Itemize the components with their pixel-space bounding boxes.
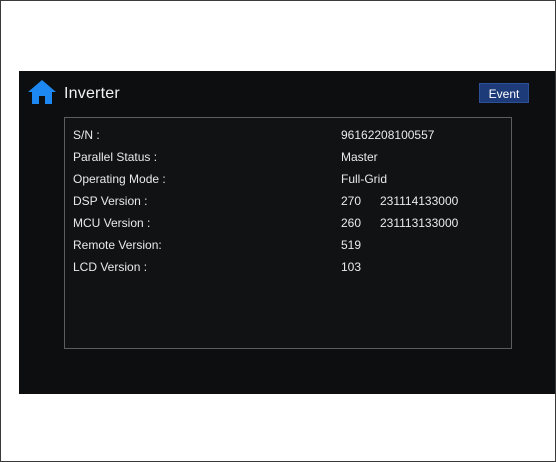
- remote-version-label: Remote Version:: [73, 238, 162, 252]
- lcd-version-value: 103: [341, 260, 362, 274]
- mcu-version-label: MCU Version :: [73, 216, 151, 230]
- info-row-operating-mode: Operating Mode : Full-Grid: [65, 172, 511, 194]
- info-row-mcu-version: MCU Version : 260 231113133000: [65, 216, 511, 238]
- mcu-version-build: 231113133000: [380, 216, 459, 230]
- operating-mode-value: Full-Grid: [341, 172, 388, 186]
- info-panel: S/N : 96162208100557 Parallel Status : M…: [64, 117, 512, 349]
- info-row-lcd-version: LCD Version : 103: [65, 260, 511, 282]
- sn-value: 96162208100557: [341, 128, 435, 142]
- mcu-version-value: 260: [341, 216, 362, 230]
- info-row-parallel-status: Parallel Status : Master: [65, 150, 511, 172]
- window-frame: Inverter Event S/N : 96162208100557 Para…: [0, 0, 556, 462]
- home-icon[interactable]: [27, 79, 57, 105]
- parallel-status-value: Master: [341, 150, 378, 164]
- header-bar: Inverter Event: [19, 71, 555, 115]
- info-row-remote-version: Remote Version: 519: [65, 238, 511, 260]
- info-row-sn: S/N : 96162208100557: [65, 128, 511, 150]
- info-row-dsp-version: DSP Version : 270 231114133000: [65, 194, 511, 216]
- operating-mode-label: Operating Mode :: [73, 172, 166, 186]
- lcd-version-label: LCD Version :: [73, 260, 148, 274]
- dsp-version-label: DSP Version :: [73, 194, 148, 208]
- event-button[interactable]: Event: [479, 83, 529, 103]
- parallel-status-label: Parallel Status :: [73, 150, 158, 164]
- dsp-version-build: 231114133000: [380, 194, 459, 208]
- page-title: Inverter: [64, 85, 120, 102]
- sn-label: S/N :: [73, 128, 100, 142]
- remote-version-value: 519: [341, 238, 362, 252]
- dsp-version-value: 270: [341, 194, 362, 208]
- device-screen: Inverter Event S/N : 96162208100557 Para…: [19, 71, 555, 394]
